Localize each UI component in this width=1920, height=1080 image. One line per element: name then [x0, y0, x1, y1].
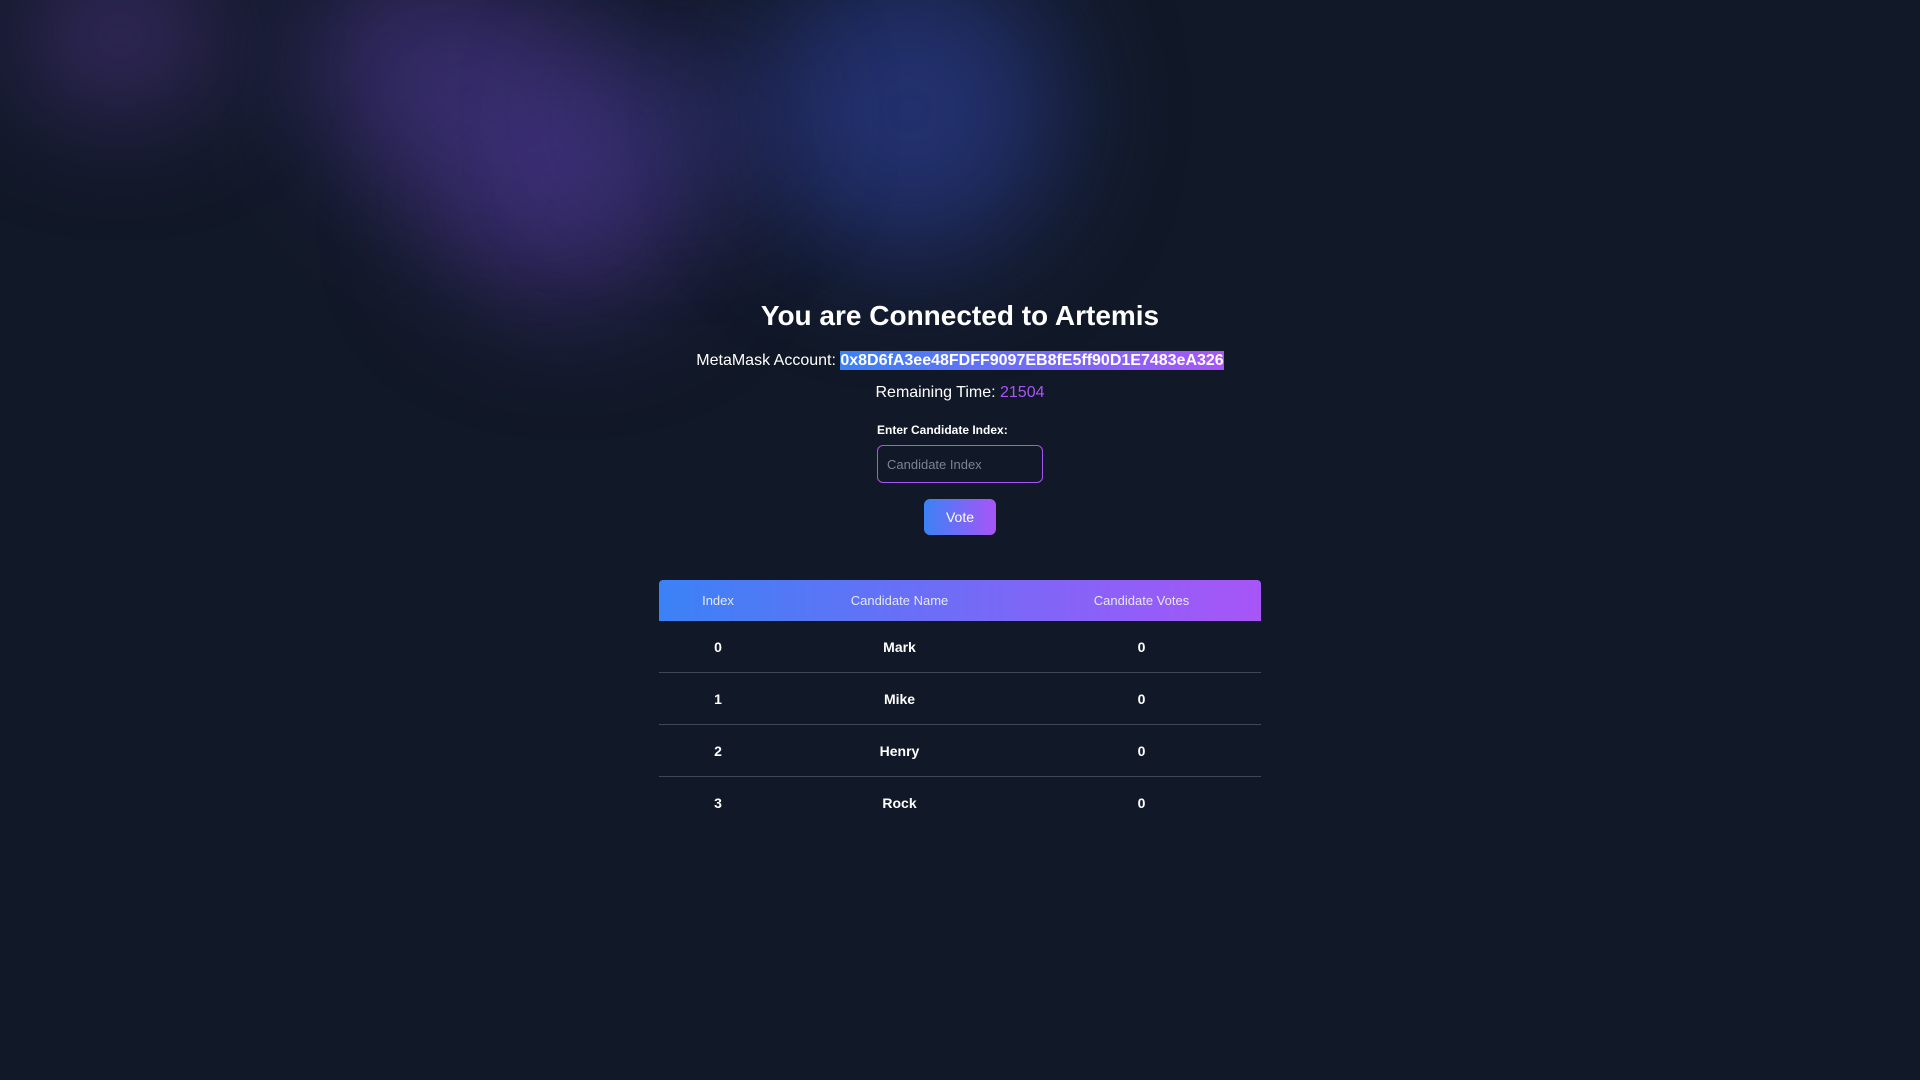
remaining-time-label: Remaining Time:	[875, 384, 996, 401]
candidate-index-input[interactable]	[877, 445, 1043, 483]
cell-votes: 0	[1022, 672, 1261, 725]
remaining-time-line: Remaining Time: 21504	[0, 384, 1920, 402]
account-line: MetaMask Account: 0x8D6fA3ee48FDFF9097EB…	[0, 351, 1920, 370]
remaining-time-value: 21504	[1000, 384, 1045, 401]
cell-index: 0	[659, 621, 777, 673]
cell-name: Mark	[777, 621, 1022, 673]
cell-votes: 0	[1022, 621, 1261, 673]
cell-name: Rock	[882, 794, 917, 811]
account-label: MetaMask Account:	[696, 352, 836, 369]
cell-index: 1	[659, 672, 777, 725]
table-header-row: Index Candidate Name Candidate Votes	[659, 580, 1261, 621]
table-row: 1 Mike 0	[659, 672, 1261, 725]
candidate-index-label: Enter Candidate Index:	[877, 423, 1008, 437]
header-index: Index	[702, 593, 734, 608]
cell-name: Henry	[777, 724, 1022, 777]
candidates-table: Index Candidate Name Candidate Votes 0 M…	[659, 580, 1261, 828]
cell-name: Mike	[777, 672, 1022, 725]
page-title: You are Connected to Artemis	[760, 300, 1160, 331]
vote-form: Enter Candidate Index:	[877, 423, 1043, 483]
cell-index: 3	[714, 794, 722, 811]
header-candidate-name: Candidate Name	[850, 593, 949, 608]
account-address[interactable]: 0x8D6fA3ee48FDFF9097EB8fE5ff90D1E7483eA3…	[840, 351, 1224, 370]
table-row: 0 Mark 0	[659, 621, 1261, 673]
cell-votes: 0	[1022, 724, 1261, 777]
cell-votes: 0	[1137, 794, 1146, 811]
table-row: 3 Rock 0	[659, 777, 1261, 829]
main-container: You are Connected to Artemis MetaMask Ac…	[0, 0, 1920, 1080]
vote-button[interactable]: Vote	[924, 499, 996, 535]
table-row: 2 Henry 0	[659, 724, 1261, 777]
header-candidate-votes: Candidate Votes	[1093, 593, 1190, 608]
cell-index: 2	[659, 724, 777, 777]
